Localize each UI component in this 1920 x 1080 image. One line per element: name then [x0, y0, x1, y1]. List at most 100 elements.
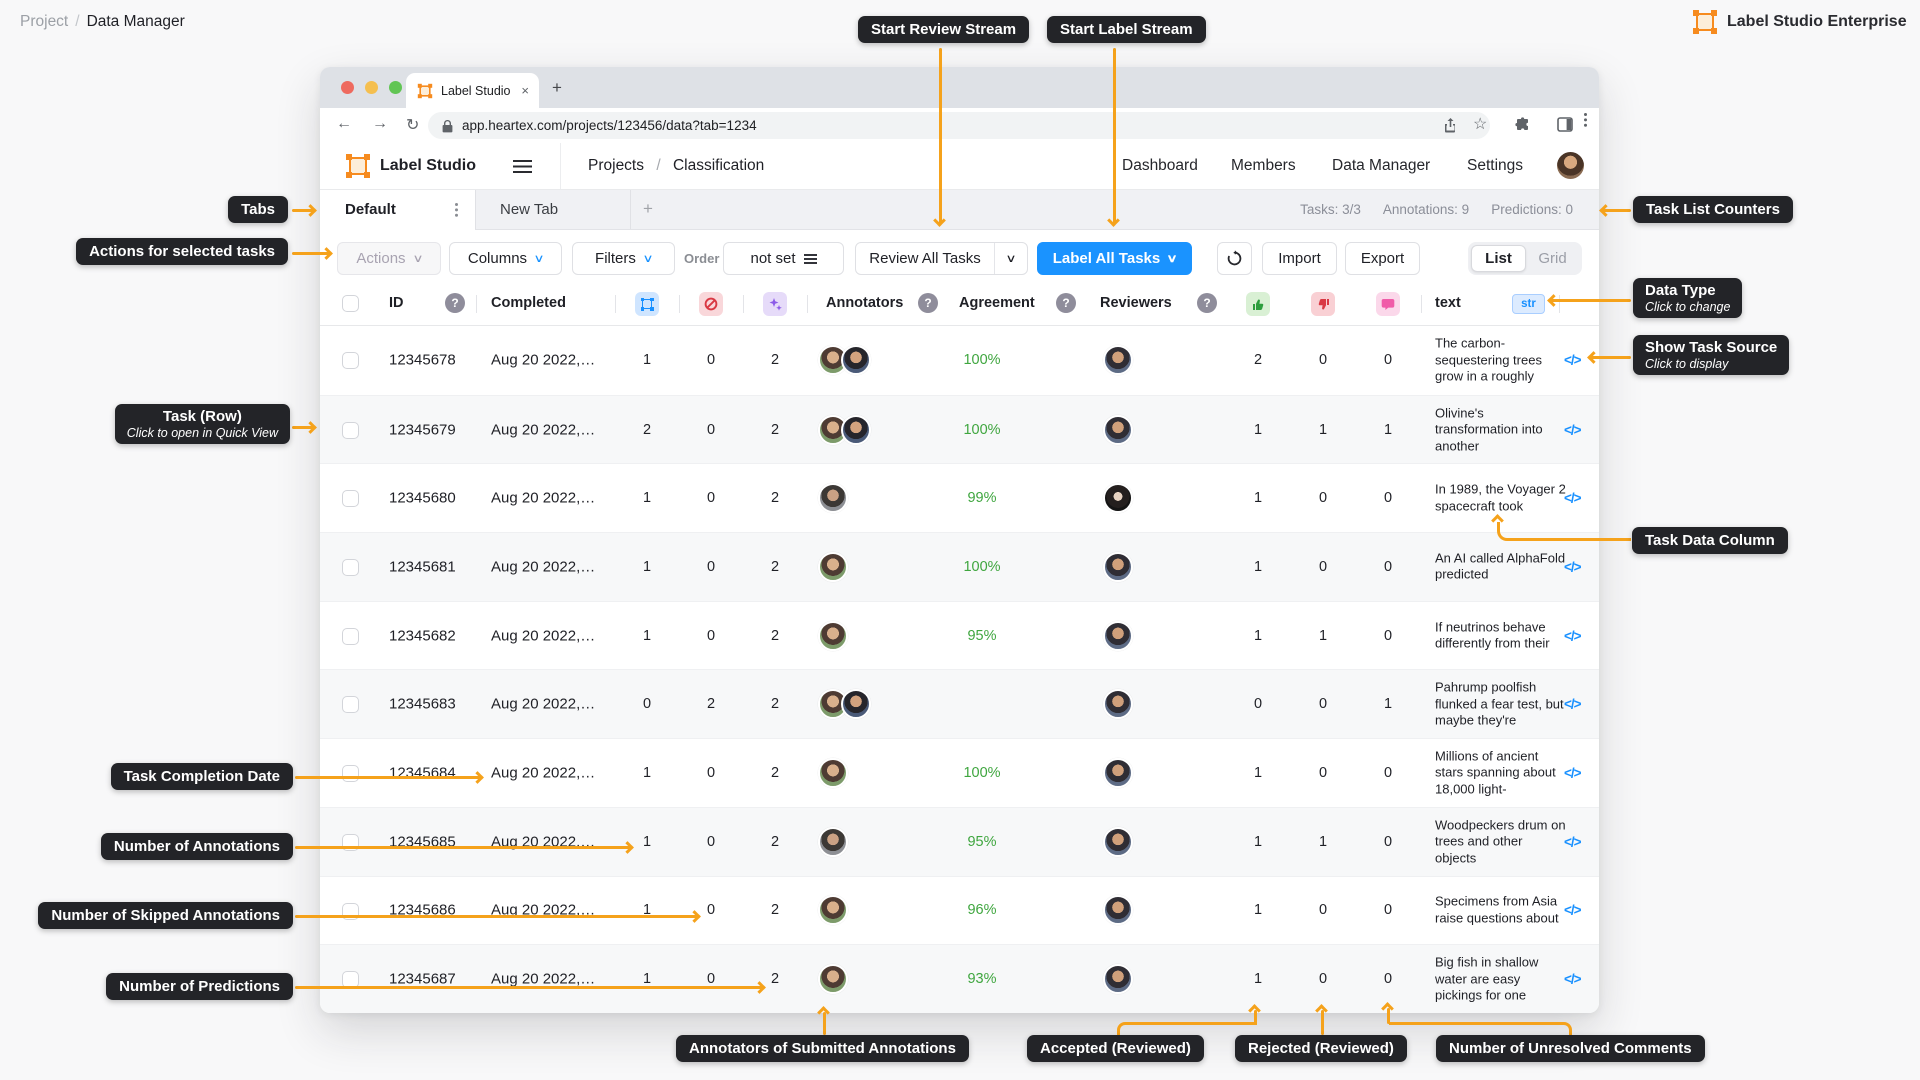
columns-button[interactable]: Columns∨ — [449, 242, 562, 275]
row-checkbox[interactable] — [342, 696, 359, 713]
id-help-icon[interactable]: ? — [445, 293, 465, 313]
hamburger-menu-icon[interactable] — [513, 160, 532, 162]
agreement-help-icon[interactable]: ? — [1056, 293, 1076, 313]
bookmark-star-icon[interactable]: ☆ — [1473, 114, 1487, 134]
url-input[interactable]: app.heartex.com/projects/123456/data?tab… — [428, 112, 1490, 139]
annotator-avatar[interactable] — [818, 621, 848, 651]
col-agreement[interactable]: Agreement — [959, 295, 1035, 311]
predictions-icon[interactable] — [763, 292, 787, 316]
annotators-cell[interactable] — [818, 552, 848, 582]
annotator-avatar[interactable] — [818, 827, 848, 857]
forward-icon[interactable]: → — [372, 115, 388, 133]
annotator-avatar[interactable] — [841, 415, 871, 445]
import-button[interactable]: Import — [1262, 242, 1337, 275]
annotator-avatar[interactable] — [1103, 483, 1133, 513]
annotator-avatar[interactable] — [1103, 964, 1133, 994]
nav-dashboard[interactable]: Dashboard — [1122, 157, 1198, 175]
review-all-tasks-button[interactable]: Review All Tasks ∨ — [855, 242, 1028, 275]
task-source-icon[interactable]: </> — [1564, 972, 1581, 987]
reviewers-cell[interactable] — [1103, 964, 1133, 994]
annotator-avatar[interactable] — [818, 552, 848, 582]
annotators-cell[interactable] — [818, 758, 848, 788]
nav-data-manager[interactable]: Data Manager — [1332, 157, 1430, 175]
annotator-avatar[interactable] — [1103, 415, 1133, 445]
annotator-avatar[interactable] — [1103, 552, 1133, 582]
grid-view-button[interactable]: Grid — [1526, 250, 1579, 267]
annotators-help-icon[interactable]: ? — [918, 293, 938, 313]
annotator-avatar[interactable] — [1103, 689, 1133, 719]
row-checkbox[interactable] — [342, 490, 359, 507]
extension-puzzle-icon[interactable] — [1515, 117, 1531, 138]
data-type-badge[interactable]: str — [1512, 294, 1545, 314]
reviewers-cell[interactable] — [1103, 758, 1133, 788]
task-source-icon[interactable]: </> — [1564, 628, 1581, 643]
row-checkbox[interactable] — [342, 765, 359, 782]
task-source-icon[interactable]: </> — [1564, 903, 1581, 918]
browser-tab[interactable]: Label Studio × — [406, 73, 539, 108]
annotators-cell[interactable] — [818, 895, 848, 925]
nav-members[interactable]: Members — [1231, 157, 1296, 175]
task-text[interactable]: Big fish in shallow water are easy picki… — [1435, 954, 1567, 1004]
back-icon[interactable]: ← — [336, 115, 352, 133]
table-row[interactable]: 12345680 Aug 20 2022,… 1 0 2 99% 1 0 0 I… — [320, 463, 1599, 532]
annotators-cell[interactable] — [818, 621, 848, 651]
annotator-avatar[interactable] — [818, 483, 848, 513]
reviewers-cell[interactable] — [1103, 483, 1133, 513]
rejected-thumb-down-icon[interactable] — [1311, 292, 1335, 316]
reviewers-cell[interactable] — [1103, 552, 1133, 582]
reviewers-cell[interactable] — [1103, 689, 1133, 719]
row-checkbox[interactable] — [342, 628, 359, 645]
accepted-thumb-up-icon[interactable] — [1246, 292, 1270, 316]
browser-menu-dots-icon[interactable] — [1584, 113, 1587, 116]
task-source-icon[interactable]: </> — [1564, 765, 1581, 780]
annotators-cell[interactable] — [818, 345, 871, 375]
task-text[interactable]: Woodpeckers drum on trees and other obje… — [1435, 817, 1567, 867]
task-source-icon[interactable]: </> — [1564, 559, 1581, 574]
filters-button[interactable]: Filters∨ — [572, 242, 675, 275]
app-logo[interactable]: Label Studio — [346, 154, 476, 178]
task-source-icon[interactable]: </> — [1564, 697, 1581, 712]
new-browser-tab-icon[interactable]: + — [552, 78, 562, 98]
table-row[interactable]: 12345686 Aug 20 2022,… 1 0 2 96% 1 0 0 S… — [320, 876, 1599, 945]
task-text[interactable]: If neutrinos behave differently from the… — [1435, 619, 1567, 652]
row-checkbox[interactable] — [342, 559, 359, 576]
annotator-avatar[interactable] — [1103, 895, 1133, 925]
col-annotators[interactable]: Annotators — [826, 295, 903, 311]
col-id[interactable]: ID — [389, 295, 404, 311]
table-row[interactable]: 12345679 Aug 20 2022,… 2 0 2 100% 1 1 1 … — [320, 395, 1599, 464]
maximize-window-icon[interactable] — [389, 81, 402, 94]
table-row[interactable]: 12345678 Aug 20 2022,… 1 0 2 100% 2 0 0 … — [320, 326, 1599, 395]
annotator-avatar[interactable] — [1103, 345, 1133, 375]
annotators-cell[interactable] — [818, 827, 848, 857]
annotation-count-icon[interactable] — [635, 292, 659, 316]
skipped-icon[interactable] — [699, 292, 723, 316]
row-checkbox[interactable] — [342, 422, 359, 439]
table-row[interactable]: 12345682 Aug 20 2022,… 1 0 2 95% 1 1 0 I… — [320, 601, 1599, 670]
task-text[interactable]: Specimens from Asia raise questions abou… — [1435, 894, 1567, 927]
tab-default[interactable]: Default — [320, 190, 475, 230]
reviewers-cell[interactable] — [1103, 895, 1133, 925]
label-all-tasks-button[interactable]: Label All Tasks∨ — [1037, 242, 1192, 275]
tab-new-tab[interactable]: New Tab — [500, 201, 558, 218]
breadcrumb-section[interactable]: Project — [20, 13, 68, 30]
annotator-avatar[interactable] — [1103, 827, 1133, 857]
annotator-avatar[interactable] — [1103, 621, 1133, 651]
annotator-avatar[interactable] — [818, 964, 848, 994]
table-row[interactable]: 12345681 Aug 20 2022,… 1 0 2 100% 1 0 0 … — [320, 532, 1599, 601]
reviewers-cell[interactable] — [1103, 415, 1133, 445]
table-row[interactable]: 12345685 Aug 20 2022,… 1 0 2 95% 1 1 0 W… — [320, 807, 1599, 876]
task-source-icon[interactable]: </> — [1564, 353, 1581, 368]
user-avatar[interactable] — [1557, 152, 1584, 179]
annotator-avatar[interactable] — [841, 689, 871, 719]
annotator-avatar[interactable] — [1103, 758, 1133, 788]
task-text[interactable]: An AI called AlphaFold predicted — [1435, 550, 1567, 583]
refresh-button[interactable] — [1217, 242, 1252, 275]
annotators-cell[interactable] — [818, 415, 871, 445]
add-view-icon[interactable]: + — [643, 199, 653, 219]
side-panel-icon[interactable] — [1557, 117, 1573, 137]
select-all-checkbox[interactable] — [342, 295, 359, 312]
task-source-icon[interactable]: </> — [1564, 834, 1581, 849]
table-row[interactable]: 12345684 Aug 20 2022,… 1 0 2 100% 1 0 0 … — [320, 738, 1599, 807]
review-dropdown-icon[interactable]: ∨ — [989, 252, 1034, 265]
table-row[interactable]: 12345683 Aug 20 2022,… 0 2 2 0 0 1 Pahru… — [320, 669, 1599, 738]
